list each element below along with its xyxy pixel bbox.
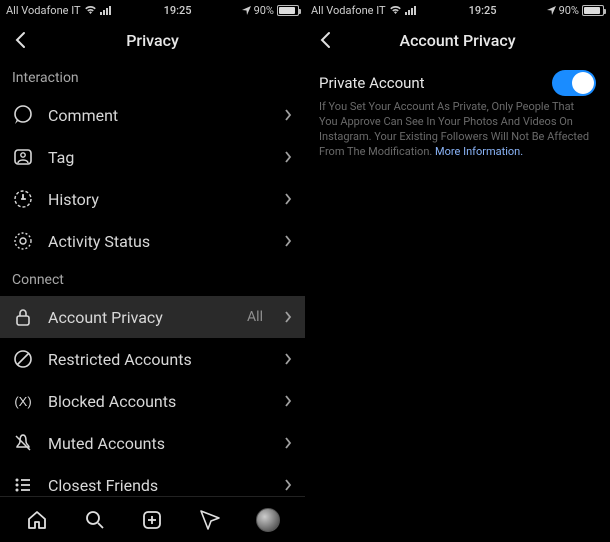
battery-icon [277, 5, 299, 16]
battery-pct-label: 90% [559, 4, 579, 17]
nav-home[interactable] [24, 507, 50, 533]
chevron-right-icon [283, 435, 293, 451]
page-title: Account Privacy [399, 31, 515, 50]
chevron-right-icon [283, 309, 293, 325]
list-item-label: Restricted Accounts [48, 350, 269, 369]
tag-icon [12, 146, 34, 168]
back-button[interactable] [10, 30, 30, 50]
list-item-history[interactable]: History [0, 178, 305, 220]
location-icon [547, 6, 556, 15]
carrier-label: All Vodafone IT [6, 4, 81, 17]
carrier-label: All Vodafone IT [311, 4, 386, 17]
settings-list: Interaction Comment Tag History [0, 60, 305, 496]
list-item-label: Blocked Accounts [48, 392, 269, 411]
clock-label: 19:25 [469, 4, 497, 17]
list-item-label: Account Privacy [48, 308, 233, 327]
clock-label: 19:25 [164, 4, 192, 17]
list-item-label: History [48, 190, 269, 209]
status-bar: All Vodafone IT 19:25 90% [0, 0, 305, 20]
restricted-icon [12, 348, 34, 370]
chevron-right-icon [283, 393, 293, 409]
wifi-icon [389, 5, 402, 15]
bottom-nav [0, 496, 305, 542]
list-item-label: Muted Accounts [48, 434, 269, 453]
comment-icon [12, 104, 34, 126]
page-header: Account Privacy [305, 20, 610, 60]
battery-pct-label: 90% [254, 4, 274, 17]
wifi-icon [84, 5, 97, 15]
list-item-activity-status[interactable]: Activity Status [0, 220, 305, 262]
list-item-label: Tag [48, 148, 269, 167]
privacy-settings-panel: All Vodafone IT 19:25 90% Privacy Intera… [0, 0, 305, 542]
location-icon [242, 6, 251, 15]
private-account-label: Private Account [319, 74, 425, 92]
account-privacy-content: Private Account If You Set Your Account … [305, 60, 610, 542]
account-privacy-panel: All Vodafone IT 19:25 90% Account Privac… [305, 0, 610, 542]
private-account-description: If You Set Your Account As Private, Only… [319, 100, 596, 159]
muted-icon [12, 432, 34, 454]
list-item-comment[interactable]: Comment [0, 94, 305, 136]
page-header: Privacy [0, 20, 305, 60]
history-icon [12, 188, 34, 210]
chevron-right-icon [283, 191, 293, 207]
nav-search[interactable] [82, 507, 108, 533]
chevron-right-icon [283, 351, 293, 367]
svg-text:(X): (X) [14, 394, 31, 409]
list-item-blocked-accounts[interactable]: (X) Blocked Accounts [0, 380, 305, 422]
list-item-account-privacy[interactable]: Account Privacy All [0, 296, 305, 338]
lock-icon [12, 306, 34, 328]
more-information-link[interactable]: More Information. [435, 145, 523, 158]
list-item-tag[interactable]: Tag [0, 136, 305, 178]
status-bar: All Vodafone IT 19:25 90% [305, 0, 610, 20]
private-account-toggle[interactable] [552, 70, 596, 96]
list-item-label: Comment [48, 106, 269, 125]
back-button[interactable] [315, 30, 335, 50]
signal-icon [100, 5, 114, 15]
list-item-secondary: All [247, 309, 263, 325]
list-item-label: Activity Status [48, 232, 269, 251]
list-item-label: Closest Friends [48, 476, 269, 495]
list-icon [12, 474, 34, 496]
chevron-right-icon [283, 477, 293, 493]
blocked-icon: (X) [12, 390, 34, 412]
chevron-right-icon [283, 149, 293, 165]
nav-profile[interactable] [255, 507, 281, 533]
chevron-right-icon [283, 233, 293, 249]
signal-icon [405, 5, 419, 15]
avatar-icon [256, 508, 280, 532]
list-item-restricted-accounts[interactable]: Restricted Accounts [0, 338, 305, 380]
section-header-interaction: Interaction [0, 60, 305, 94]
chevron-right-icon [283, 107, 293, 123]
page-title: Privacy [126, 31, 179, 50]
nav-new-post[interactable] [139, 507, 165, 533]
section-header-connect: Connect [0, 262, 305, 296]
nav-direct[interactable] [197, 507, 223, 533]
battery-icon [582, 5, 604, 16]
activity-status-icon [12, 230, 34, 252]
list-item-muted-accounts[interactable]: Muted Accounts [0, 422, 305, 464]
list-item-closest-friends[interactable]: Closest Friends [0, 464, 305, 496]
